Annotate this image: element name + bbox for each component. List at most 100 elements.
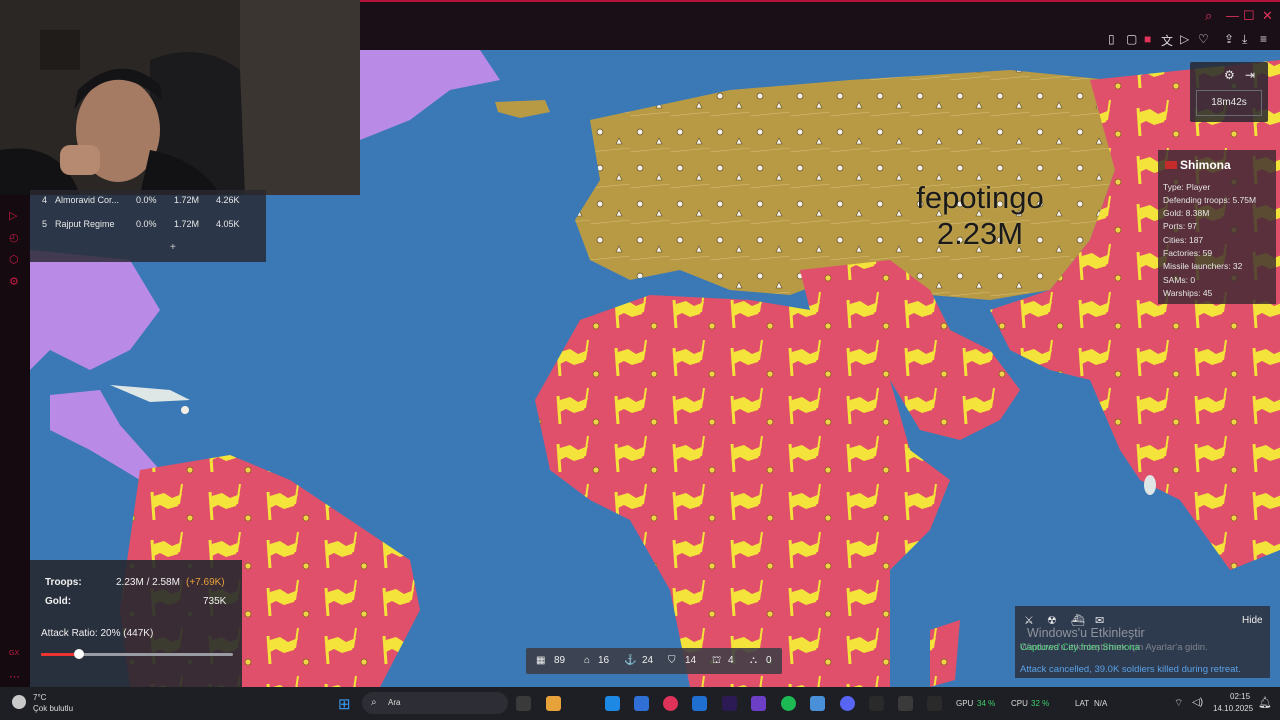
info-factories: Factories: 59 [1163, 248, 1213, 258]
info-warships: Warships: 45 [1163, 288, 1213, 298]
city-count: 89 [554, 655, 566, 666]
info-sams: SAMs: 0 [1163, 275, 1196, 285]
row-percent: 0.0% [136, 195, 157, 205]
settings-icon[interactable]: ⚙ [9, 275, 19, 288]
player-label-fepotingo: fepotingo 2.23M [900, 180, 1060, 252]
info-gold: Gold: 8.38M [1163, 208, 1210, 218]
missile-count: 4 [728, 655, 734, 666]
game-timer: 18m42s [1196, 90, 1262, 116]
gx-logo-icon: GX [9, 650, 20, 657]
attack-ratio-slider[interactable] [41, 649, 233, 659]
port-icon: ⚓ [624, 655, 637, 666]
gx-sidebar: ▷ ◴ ⬡ ⚙ GX ⋯ [0, 195, 30, 687]
city-icon: ▦ [536, 655, 546, 666]
row-rank: 4 [42, 195, 48, 205]
spotify-icon[interactable] [781, 696, 796, 711]
task-view-icon[interactable] [516, 696, 531, 711]
troops-value: 2.23M / 2.58M [116, 577, 180, 588]
play-icon[interactable]: ▷ [9, 209, 17, 222]
gpu-label: GPU [956, 699, 974, 708]
translate-icon[interactable]: 文 [1161, 32, 1173, 49]
attack-ratio-label: Attack Ratio: 20% (447K) [41, 628, 154, 639]
player-label-troops: 2.23M [936, 216, 1024, 251]
clock-date: 14.10.2025 [1213, 704, 1254, 713]
opera-gx-icon[interactable] [663, 696, 678, 711]
leaderboard: 4 Almoravid Cor... 0.0% 1.72M 4.26K 5 Ra… [30, 190, 266, 262]
cube-icon[interactable]: ⬡ [9, 253, 19, 266]
info-type: Type: Player [1163, 182, 1211, 192]
hide-events-button[interactable]: Hide [1242, 615, 1263, 626]
clock-time: 02:15 [1230, 692, 1251, 701]
player-info-panel: Shimona Type: Player Defending troops: 5… [1158, 150, 1276, 304]
row-rank: 5 [42, 219, 48, 229]
discord-icon[interactable] [840, 696, 855, 711]
gold-value: 735K [203, 596, 227, 607]
premiere-icon[interactable] [722, 696, 737, 711]
clock-icon[interactable]: ◴ [9, 231, 19, 244]
square-icon[interactable]: ▢ [1126, 32, 1137, 46]
obs-icon[interactable] [898, 696, 913, 711]
factory-icon: ⌂ [584, 655, 591, 666]
ps-icon[interactable] [692, 696, 707, 711]
bookmark-icon[interactable]: ▯ [1108, 32, 1115, 46]
app-icon[interactable] [869, 696, 884, 711]
taskbar-search[interactable]: ⌕ Ara [362, 692, 508, 714]
row-troops: 1.72M [174, 219, 200, 229]
info-defending-troops: Defending troops: 5.75M [1163, 195, 1257, 205]
exit-icon[interactable]: ⇥ [1245, 68, 1255, 82]
cpu-label: CPU [1011, 699, 1028, 708]
vs-icon[interactable] [751, 696, 766, 711]
steam-icon[interactable] [927, 696, 942, 711]
close-icon[interactable]: ✕ [1262, 8, 1273, 24]
heart-icon[interactable]: ♡ [1198, 32, 1209, 46]
game-top-panel: ⚙ ⇥ 18m42s [1190, 62, 1268, 122]
troops-delta: (+7.69K) [186, 577, 225, 588]
leaderboard-expand-button[interactable]: + [170, 242, 176, 253]
row-percent: 0.0% [136, 219, 157, 229]
windows-taskbar: 7°C Çok bulutlu ⊞ ⌕ Ara GPU 34 % CPU 32 … [0, 687, 1280, 720]
sam-icon: ⛬ [750, 655, 757, 666]
copilot-icon[interactable] [546, 696, 561, 711]
player-name: Shimona [1180, 158, 1231, 172]
gpu-value: 34 % [977, 699, 996, 708]
player-flag-icon [1165, 161, 1177, 169]
windows-activation-title: Windows'u Etkinleştir [1027, 626, 1145, 640]
lat-label: LAT [1075, 699, 1090, 708]
cpu-value: 32 % [1031, 699, 1050, 708]
player-stats-panel: Troops: 2.23M / 2.58M (+7.69K) Gold: 735… [30, 560, 242, 687]
factory-count: 16 [598, 655, 610, 666]
download-icon[interactable]: ⤓ [1242, 32, 1247, 47]
windows-start-icon[interactable]: ⊞ [338, 695, 351, 713]
info-missile-launchers: Missile launchers: 32 [1163, 261, 1243, 271]
minimize-icon[interactable]: — [1226, 8, 1239, 23]
share-icon[interactable]: ⇪ [1224, 32, 1234, 46]
notification-icon[interactable]: 🔔︎ [1258, 696, 1272, 709]
leaderboard-row[interactable]: 4 Almoravid Cor... 0.0% 1.72M 4.26K [30, 190, 266, 212]
more-icon[interactable]: ⋯ [9, 670, 20, 683]
menu-icon[interactable]: ≡ [1260, 32, 1267, 46]
lat-value: N/A [1094, 699, 1108, 708]
search-icon: ⌕ [371, 697, 377, 708]
attack-ratio-handle[interactable] [74, 649, 85, 659]
leaderboard-row[interactable]: 5 Rajput Regime 0.0% 1.72M 4.05K [30, 214, 266, 236]
gear-icon[interactable]: ⚙ [1224, 68, 1235, 82]
structure-bar: ▦ 89 ⌂ 16 ⚓ 24 ⛉ 14 ⛫ 4 ⛬ 0 [526, 648, 782, 674]
row-gold: 4.05K [216, 219, 240, 229]
settings-app-icon[interactable] [810, 696, 825, 711]
search-icon[interactable]: ⌕ [1205, 8, 1212, 24]
volume-icon[interactable]: ◁) [1192, 697, 1203, 708]
edge-icon[interactable] [605, 696, 620, 711]
webcam-overlay [0, 0, 360, 195]
shield-icon[interactable]: ■ [1144, 32, 1151, 46]
sam-count: 0 [766, 655, 772, 666]
row-gold: 4.26K [216, 195, 240, 205]
maximize-icon[interactable]: ☐ [1243, 8, 1255, 24]
player-label-name: fepotingo [916, 180, 1044, 215]
info-ports: Ports: 97 [1163, 221, 1198, 231]
defense-count: 14 [685, 655, 697, 666]
windows-activation-subtitle: Windows'u etkinleştirmek için Ayarlar'a … [1020, 642, 1208, 653]
network-icon[interactable]: ⌔ [1174, 697, 1183, 710]
store-icon[interactable] [634, 696, 649, 711]
weather-icon[interactable] [12, 695, 26, 709]
play-icon[interactable]: ▷ [1180, 32, 1189, 46]
